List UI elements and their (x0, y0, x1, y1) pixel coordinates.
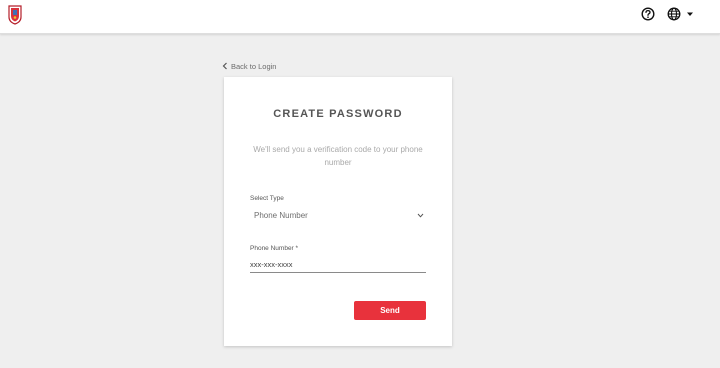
back-to-login-label: Back to Login (231, 61, 277, 71)
chevron-left-icon (222, 62, 227, 70)
page-subtitle: We'll send you a verification code to yo… (253, 145, 423, 167)
language-selector[interactable] (667, 6, 695, 22)
caret-down-icon (687, 12, 693, 16)
page-title: CREATE PASSWORD (273, 108, 403, 120)
create-password-card: CREATE PASSWORD We'll send you a verific… (224, 77, 452, 346)
phone-number-input[interactable] (250, 257, 426, 273)
help-circle-icon[interactable] (641, 7, 655, 21)
send-button[interactable]: Send (354, 301, 426, 320)
back-to-login-link[interactable]: Back to Login (222, 60, 276, 72)
chevron-down-icon (417, 213, 424, 218)
select-type-value: Phone Number (254, 211, 308, 220)
select-type-dropdown[interactable]: Phone Number (250, 207, 426, 225)
crest-logo-icon[interactable] (8, 5, 22, 25)
top-bar (0, 0, 720, 34)
select-type-label: Select Type (250, 195, 284, 202)
globe-icon (667, 7, 681, 21)
phone-number-label: Phone Number * (250, 245, 299, 252)
